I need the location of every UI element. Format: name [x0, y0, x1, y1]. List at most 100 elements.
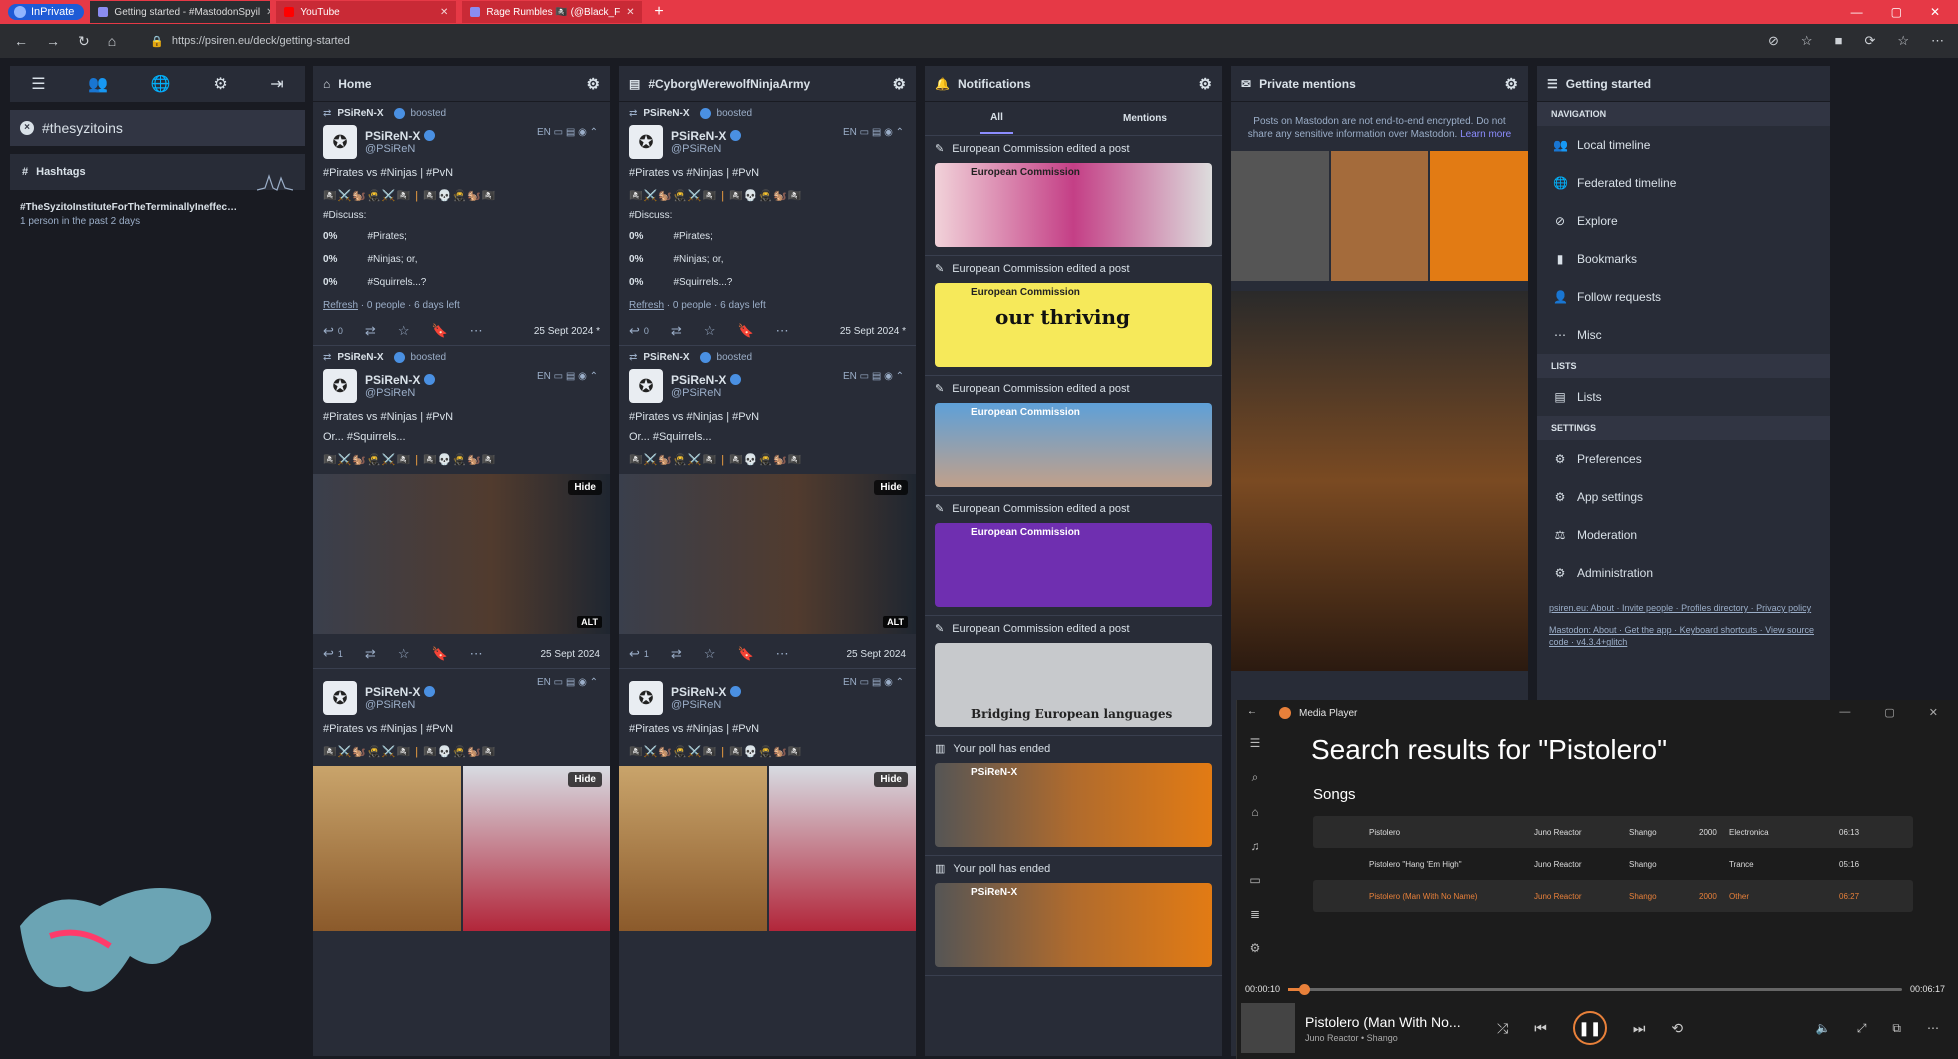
- poll-option[interactable]: 0% #Squirrels...?: [323, 277, 600, 288]
- minimize-icon[interactable]: —: [1839, 706, 1850, 719]
- notification-card[interactable]: PSiReN-X: [935, 763, 1212, 847]
- settings-gears-icon[interactable]: ⚙: [213, 74, 227, 94]
- back-icon[interactable]: ←: [14, 33, 28, 49]
- timestamp[interactable]: 25 Sept 2024: [847, 649, 907, 660]
- hide-media-button[interactable]: Hide: [568, 772, 602, 787]
- minimize-icon[interactable]: —: [1851, 5, 1863, 19]
- favourite-icon[interactable]: ☆: [398, 646, 410, 662]
- boost-button-icon[interactable]: ⇄: [671, 646, 682, 662]
- logout-icon[interactable]: ⇥: [270, 74, 283, 94]
- boost-button-icon[interactable]: ⇄: [365, 323, 376, 339]
- avatar[interactable]: ✪: [323, 125, 357, 159]
- menu-icon[interactable]: ☰: [31, 74, 45, 94]
- close-window-icon[interactable]: ✕: [1930, 5, 1940, 19]
- mini-player-icon[interactable]: ⧉: [1892, 1021, 1901, 1036]
- hide-media-button[interactable]: Hide: [874, 480, 908, 495]
- close-tab-icon[interactable]: ✕: [626, 7, 634, 18]
- dog-image[interactable]: [1330, 151, 1429, 281]
- nav-lists[interactable]: ▤ Lists: [1537, 378, 1830, 416]
- media-attachment[interactable]: Hide: [619, 766, 916, 931]
- instance-links[interactable]: psiren.eu: About · Invite people · Profi…: [1549, 603, 1811, 613]
- sync-icon[interactable]: ⟳: [1864, 33, 1875, 49]
- more-icon[interactable]: ⋯: [1931, 33, 1944, 49]
- favourite-icon[interactable]: ☆: [704, 323, 716, 339]
- pirate-artwork-image[interactable]: [1231, 291, 1528, 671]
- booster-name[interactable]: PSiReN-X: [337, 352, 383, 363]
- alt-badge[interactable]: ALT: [577, 616, 602, 628]
- notification-card[interactable]: PSiReN-X: [935, 883, 1212, 967]
- tracking-icon[interactable]: ⊘: [1768, 33, 1779, 49]
- song-artist[interactable]: Juno Reactor: [1534, 860, 1629, 869]
- notification-item[interactable]: ✎ European Commission edited a post Europe…: [925, 376, 1222, 496]
- close-tab-icon[interactable]: ✕: [266, 7, 270, 18]
- more-icon[interactable]: ⋯: [776, 646, 789, 662]
- maximize-icon[interactable]: ▢: [1891, 5, 1902, 19]
- notification-card[interactable]: European Commission: [935, 163, 1212, 247]
- close-window-icon[interactable]: ✕: [1929, 706, 1938, 719]
- more-icon[interactable]: ⋯: [470, 323, 483, 339]
- reply-icon[interactable]: ↩: [629, 323, 640, 339]
- avatar[interactable]: ✪: [629, 369, 663, 403]
- pirate-image[interactable]: Hide: [462, 766, 610, 931]
- song-artist[interactable]: Juno Reactor: [1534, 828, 1629, 837]
- status-media[interactable]: ⇄ PSiReN-X boosted ✪ PSiReN-X @PSiReN EN ▭ ▤…: [313, 346, 610, 669]
- media-attachment[interactable]: Hide: [313, 766, 610, 931]
- pirate-image[interactable]: [619, 766, 767, 931]
- trend-item[interactable]: #TheSyzitoInstituteForTheTerminallyIneff…: [10, 174, 305, 239]
- nav-misc[interactable]: ⋯ Misc: [1537, 316, 1830, 354]
- previous-icon[interactable]: ⏮: [1534, 1020, 1547, 1037]
- media-attachment[interactable]: Hide ALT: [619, 474, 916, 634]
- poll-option[interactable]: 0% #Ninjas; or,: [629, 254, 906, 265]
- volume-icon[interactable]: 🔈: [1816, 1021, 1831, 1036]
- notification-item[interactable]: ✎ European Commission edited a post Europe…: [925, 496, 1222, 616]
- refresh-icon[interactable]: ↻: [78, 33, 90, 50]
- poll-option[interactable]: 0% #Ninjas; or,: [323, 254, 600, 265]
- browser-tab-youtube[interactable]: YouTube ✕: [276, 1, 457, 23]
- menu-icon[interactable]: ☰: [1250, 736, 1261, 750]
- status-pirate[interactable]: ✪ PSiReN-X @PSiReN EN ▭ ▤ ◉ ⌃ #Pirates vs …: [313, 669, 610, 937]
- maximize-icon[interactable]: ▢: [1884, 706, 1894, 719]
- hashtag-pill[interactable]: × #thesyzitoins: [10, 110, 305, 146]
- status-pirate[interactable]: ✪ PSiReN-X @PSiReN EN ▭ ▤ ◉ ⌃ #Pirates vs …: [619, 669, 916, 937]
- bookmark-icon[interactable]: 🔖: [431, 646, 447, 662]
- more-icon[interactable]: ⋯: [776, 323, 789, 339]
- avatar-images[interactable]: [1231, 151, 1528, 281]
- favourite-icon[interactable]: ☆: [398, 323, 410, 339]
- status-poll[interactable]: ⇄ PSiReN-X boosted ✪ PSiReN-X @PSiReN EN ▭ ▤…: [313, 102, 610, 346]
- song-row[interactable]: Pistolero Juno Reactor Shango 2000 Electroni…: [1313, 816, 1913, 848]
- nav-preferences[interactable]: ⚙ Preferences: [1537, 440, 1830, 478]
- settings-icon[interactable]: ⚙: [1250, 941, 1261, 955]
- favorites-icon[interactable]: ☆: [1897, 33, 1909, 49]
- now-playing-subtitle[interactable]: Juno Reactor • Shango: [1305, 1033, 1461, 1043]
- poll-refresh-link[interactable]: Refresh: [323, 300, 358, 311]
- poll-refresh-link[interactable]: Refresh: [629, 300, 664, 311]
- album-art-image[interactable]: [1241, 1003, 1295, 1053]
- people-icon[interactable]: 👥: [88, 74, 108, 94]
- hide-media-button[interactable]: Hide: [874, 772, 908, 787]
- now-playing-title[interactable]: Pistolero (Man With No...: [1305, 1014, 1461, 1030]
- new-tab-button[interactable]: +: [648, 3, 669, 21]
- reply-icon[interactable]: ↩: [323, 323, 334, 339]
- url-field[interactable]: 🔒 https://psiren.eu/deck/getting-started: [150, 29, 1750, 53]
- video-icon[interactable]: ▭: [1249, 873, 1260, 887]
- media-attachment[interactable]: Hide ALT: [313, 474, 610, 634]
- favorite-star-icon[interactable]: ☆: [1801, 33, 1813, 49]
- status-media[interactable]: ⇄ PSiReN-X boosted ✪ PSiReN-X @PSiReN EN ▭ ▤…: [619, 346, 916, 669]
- timestamp[interactable]: 25 Sept 2024 *: [840, 326, 906, 337]
- poll-option[interactable]: 0% #Pirates;: [323, 231, 600, 242]
- search-icon[interactable]: ⌕: [1252, 770, 1259, 785]
- seek-track[interactable]: [1288, 983, 1902, 995]
- nav-administration[interactable]: ⚙ Administration: [1537, 554, 1830, 592]
- next-icon[interactable]: ⏭: [1633, 1020, 1646, 1037]
- timestamp[interactable]: 25 Sept 2024: [541, 649, 601, 660]
- avatar[interactable]: ✪: [323, 681, 357, 715]
- bookmark-icon[interactable]: 🔖: [737, 646, 753, 662]
- nav-bookmarks[interactable]: ▮ Bookmarks: [1537, 240, 1830, 278]
- clear-icon[interactable]: ×: [20, 121, 34, 135]
- booster-name[interactable]: PSiReN-X: [643, 352, 689, 363]
- playlist-icon[interactable]: ≣: [1250, 907, 1260, 921]
- nav-app-settings[interactable]: ⚙ App settings: [1537, 478, 1830, 516]
- reply-icon[interactable]: ↩: [323, 646, 334, 662]
- seek-handle[interactable]: [1299, 983, 1310, 995]
- avatar[interactable]: ✪: [629, 681, 663, 715]
